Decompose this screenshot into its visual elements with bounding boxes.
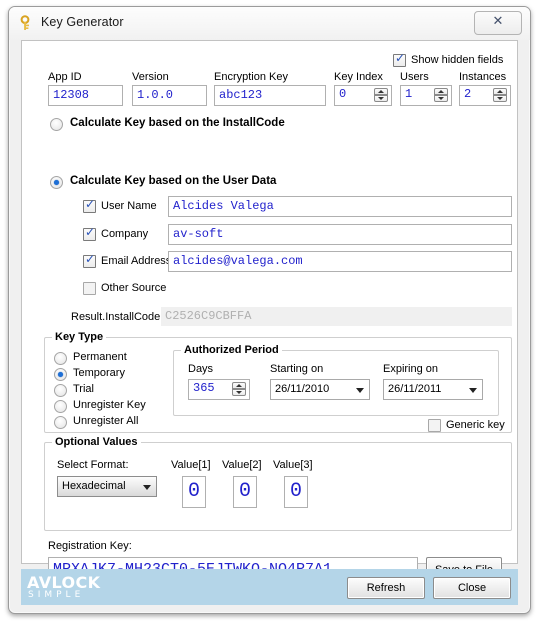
logo-line-2: SIMPLE bbox=[28, 590, 85, 600]
instances-label: Instances bbox=[459, 71, 507, 83]
stepper-arrows-icon[interactable] bbox=[374, 88, 388, 103]
authorized-period-title: Authorized Period bbox=[181, 344, 282, 356]
authorized-period-group: Authorized Period Days 365 Starting on 2… bbox=[173, 344, 499, 416]
main-panel: ✓ Show hidden fields App ID 12308 Versio… bbox=[21, 40, 518, 583]
registration-key-label: Registration Key: bbox=[48, 540, 132, 552]
refresh-button[interactable]: Refresh bbox=[347, 577, 425, 599]
radio-unregister-all-label: Unregister All bbox=[73, 415, 139, 427]
stepper-arrows-icon[interactable] bbox=[434, 88, 448, 103]
check-icon: ✓ bbox=[85, 197, 96, 211]
radio-trial[interactable] bbox=[54, 384, 67, 397]
window-titlebar: Key Generator ✕ bbox=[9, 7, 530, 40]
value3-label: Value[3] bbox=[273, 459, 313, 471]
show-hidden-fields-label: Show hidden fields bbox=[411, 54, 504, 66]
check-icon: ✓ bbox=[85, 252, 96, 266]
key-generator-window: Key Generator ✕ ✓ Show hidden fields App… bbox=[8, 6, 531, 614]
radio-unregister-key-label: Unregister Key bbox=[73, 399, 146, 411]
email-address-input[interactable]: alcides@valega.com bbox=[168, 251, 512, 272]
value1-input[interactable]: 0 bbox=[182, 476, 206, 508]
value3-input[interactable]: 0 bbox=[284, 476, 308, 508]
users-stepper[interactable]: 1 bbox=[400, 85, 452, 106]
days-value: 365 bbox=[193, 381, 215, 395]
expiring-on-label: Expiring on bbox=[383, 363, 439, 375]
instances-value: 2 bbox=[464, 87, 472, 101]
close-button[interactable]: Close bbox=[433, 577, 511, 599]
user-name-input[interactable]: Alcides Valega bbox=[168, 196, 512, 217]
footer-bar: AVLOCK SIMPLE Refresh Close bbox=[21, 569, 518, 605]
radio-temporary[interactable] bbox=[54, 368, 67, 381]
optional-values-group: Optional Values Select Format: Hexadecim… bbox=[44, 436, 512, 531]
select-format-label: Select Format: bbox=[57, 459, 129, 471]
key-type-title: Key Type bbox=[52, 331, 107, 343]
close-icon: ✕ bbox=[492, 14, 504, 29]
value2-label: Value[2] bbox=[222, 459, 262, 471]
value2-input[interactable]: 0 bbox=[233, 476, 257, 508]
format-value: Hexadecimal bbox=[62, 480, 126, 492]
starting-on-label: Starting on bbox=[270, 363, 324, 375]
company-input[interactable]: av-soft bbox=[168, 224, 512, 245]
users-value: 1 bbox=[405, 87, 413, 101]
stepper-arrows-icon[interactable] bbox=[493, 88, 507, 103]
radio-install-code-mode[interactable] bbox=[50, 118, 63, 131]
company-checkbox[interactable]: ✓ bbox=[83, 225, 96, 241]
result-install-code-value: C2526C9CBFFA bbox=[161, 307, 512, 326]
key-index-label: Key Index bbox=[334, 71, 383, 83]
chevron-down-icon bbox=[143, 485, 151, 490]
check-icon: ✓ bbox=[85, 225, 96, 239]
show-hidden-fields-checkbox[interactable]: ✓ bbox=[393, 51, 406, 67]
version-input[interactable]: 1.0.0 bbox=[132, 85, 207, 106]
other-source-checkbox[interactable] bbox=[83, 282, 96, 295]
user-name-label: User Name bbox=[101, 200, 157, 212]
optional-values-title: Optional Values bbox=[52, 436, 141, 448]
result-install-code-label: Result.InstallCode bbox=[71, 311, 161, 323]
format-dropdown[interactable]: Hexadecimal bbox=[57, 476, 157, 497]
expiring-on-value: 26/11/2011 bbox=[388, 383, 442, 395]
version-label: Version bbox=[132, 71, 169, 83]
radio-unregister-all[interactable] bbox=[54, 416, 67, 429]
chevron-down-icon bbox=[469, 388, 477, 393]
starting-on-value: 26/11/2010 bbox=[275, 383, 330, 395]
days-stepper[interactable]: 365 bbox=[188, 379, 250, 400]
starting-on-dropdown[interactable]: 26/11/2010 bbox=[270, 379, 370, 400]
key-index-stepper[interactable]: 0 bbox=[334, 85, 392, 106]
app-id-label: App ID bbox=[48, 71, 82, 83]
radio-permanent-label: Permanent bbox=[73, 351, 127, 363]
radio-selected-dot-icon bbox=[54, 180, 59, 185]
generic-key-label: Generic key bbox=[446, 419, 505, 431]
expiring-on-dropdown[interactable]: 26/11/2011 bbox=[383, 379, 483, 400]
email-address-label: Email Address bbox=[101, 255, 172, 267]
chevron-down-icon bbox=[356, 388, 364, 393]
key-index-value: 0 bbox=[339, 87, 347, 101]
generic-key-checkbox[interactable] bbox=[428, 419, 441, 432]
encryption-key-input[interactable]: abc123 bbox=[214, 85, 326, 106]
company-label: Company bbox=[101, 228, 149, 240]
radio-selected-dot-icon bbox=[58, 372, 63, 377]
user-name-checkbox[interactable]: ✓ bbox=[83, 197, 96, 213]
app-id-input[interactable]: 12308 bbox=[48, 85, 123, 106]
encryption-key-label: Encryption Key bbox=[214, 71, 288, 83]
check-icon: ✓ bbox=[395, 51, 406, 65]
instances-stepper[interactable]: 2 bbox=[459, 85, 511, 106]
avlock-logo: AVLOCK SIMPLE bbox=[27, 573, 103, 601]
radio-install-code-label: Calculate Key based on the InstallCode bbox=[70, 117, 285, 129]
radio-temporary-label: Temporary bbox=[73, 367, 125, 379]
email-address-checkbox[interactable]: ✓ bbox=[83, 252, 96, 268]
radio-user-data-label: Calculate Key based on the User Data bbox=[70, 175, 277, 187]
radio-user-data-mode[interactable] bbox=[50, 176, 63, 189]
users-label: Users bbox=[400, 71, 429, 83]
key-icon bbox=[20, 15, 30, 30]
radio-trial-label: Trial bbox=[73, 383, 94, 395]
other-source-label: Other Source bbox=[101, 282, 167, 294]
window-close-button[interactable]: ✕ bbox=[474, 11, 522, 35]
key-type-group: Key Type Permanent Temporary Trial Unreg… bbox=[44, 331, 512, 433]
days-label: Days bbox=[188, 363, 214, 375]
radio-unregister-key[interactable] bbox=[54, 400, 67, 413]
stepper-arrows-icon[interactable] bbox=[232, 382, 246, 397]
window-title: Key Generator bbox=[41, 15, 124, 29]
value1-label: Value[1] bbox=[171, 459, 211, 471]
radio-permanent[interactable] bbox=[54, 352, 67, 365]
